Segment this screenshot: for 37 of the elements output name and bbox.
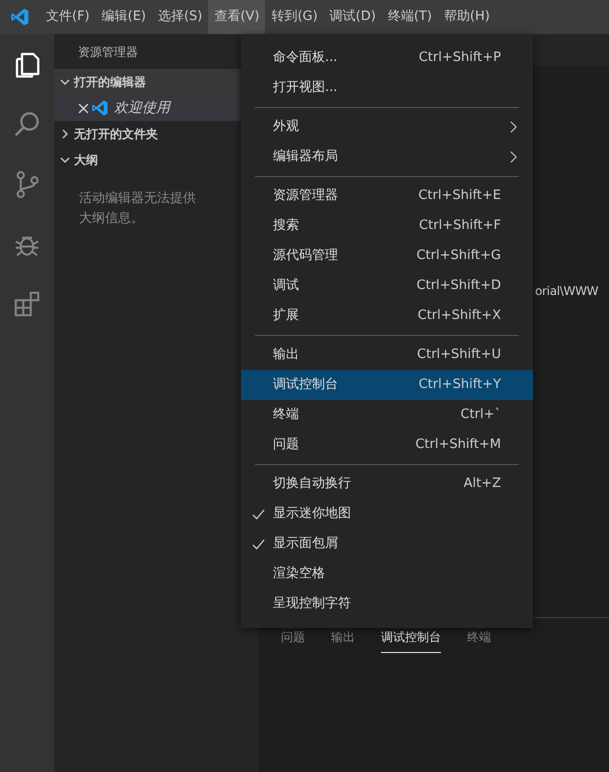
chevron-right-icon: [510, 120, 517, 134]
menu-item[interactable]: 调试 Ctrl+Shift+D: [241, 271, 533, 301]
menu-item[interactable]: 资源管理器 Ctrl+Shift+E: [241, 181, 533, 211]
menu-item[interactable]: 调试控制台 Ctrl+Shift+Y: [241, 370, 533, 400]
menu-item[interactable]: 搜索 Ctrl+Shift+F: [241, 211, 533, 241]
menu-item[interactable]: 源代码管理 Ctrl+Shift+G: [241, 241, 533, 271]
menu-bar-item[interactable]: 调试(D): [324, 0, 382, 34]
chevron-right-icon: [510, 150, 517, 164]
editor-text: orial\WWW: [535, 283, 598, 300]
menu-bar-item[interactable]: 文件(F): [40, 0, 96, 34]
menu-item[interactable]: 输出 Ctrl+Shift+U: [241, 340, 533, 370]
close-icon[interactable]: [78, 102, 89, 114]
outline-message: 活动编辑器无法提供大纲信息。: [78, 190, 197, 228]
chevron-down-icon: [60, 77, 70, 87]
chevron-down-icon: [60, 155, 70, 165]
menu-item[interactable]: 扩展 Ctrl+Shift+X: [241, 301, 533, 331]
menu-bar-item[interactable]: 终端(T): [382, 0, 438, 34]
menu-item[interactable]: 呈现控制字符: [241, 589, 533, 619]
menu-item[interactable]: 问题 Ctrl+Shift+M: [241, 430, 533, 460]
menu-bar-item[interactable]: 查看(V): [208, 0, 266, 34]
panel-tab[interactable]: 终端: [467, 628, 491, 653]
menu-bar-item[interactable]: 编辑(E): [96, 0, 152, 34]
menu-item[interactable]: 终端 Ctrl+`: [241, 400, 533, 430]
menu-bar-item[interactable]: 转到(G): [265, 0, 324, 34]
menu-item[interactable]: 渲染空格: [241, 559, 533, 589]
menu-item[interactable]: 显示迷你地图: [241, 499, 533, 529]
panel-tab[interactable]: 问题: [281, 628, 305, 653]
menu-bar-item[interactable]: 选择(S): [152, 0, 208, 34]
app-logo-icon: [10, 7, 30, 27]
app-logo-icon: [91, 99, 109, 117]
menu-item[interactable]: 切换自动换行 Alt+Z: [241, 469, 533, 499]
sidebar-title: 资源管理器: [78, 44, 138, 60]
chevron-right-icon: [60, 129, 70, 139]
menu-item[interactable]: 显示面包屑: [241, 529, 533, 559]
extensions-icon[interactable]: [12, 289, 42, 319]
menu-bar-item[interactable]: 帮助(H): [438, 0, 496, 34]
panel-tab[interactable]: 输出: [331, 628, 355, 653]
